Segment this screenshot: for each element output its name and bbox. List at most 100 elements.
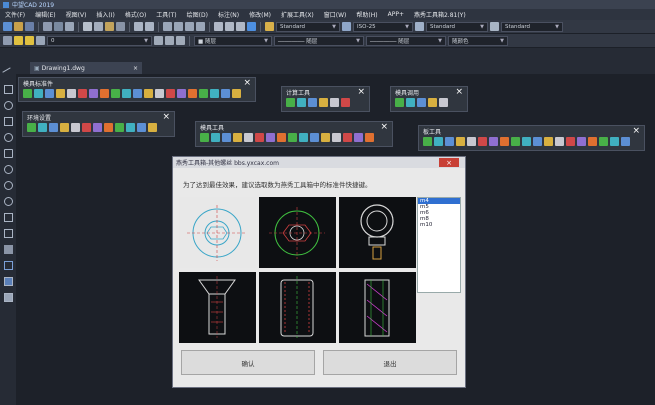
polygon-icon[interactable] [4, 149, 13, 158]
preview-icon[interactable] [54, 22, 63, 31]
screw-thumb-1[interactable] [179, 197, 256, 268]
table-style-select[interactable]: Standard ▼ [426, 21, 488, 32]
make-current-layer-icon[interactable] [154, 36, 163, 45]
zoom-window-icon[interactable] [185, 22, 194, 31]
palette-tool-icon[interactable] [244, 133, 253, 142]
palette-tool-icon[interactable] [310, 133, 319, 142]
save-icon[interactable] [25, 22, 34, 31]
menu-item[interactable]: 燕秀工具箱2.81(Y) [409, 10, 471, 19]
publish-icon[interactable] [65, 22, 74, 31]
multileader-style-select[interactable]: Standard ▼ [501, 21, 563, 32]
zoom-previous-icon[interactable] [196, 22, 205, 31]
palette-tool-icon[interactable] [343, 133, 352, 142]
palette-tool-icon[interactable] [126, 123, 135, 132]
palette-tool-icon[interactable] [332, 133, 341, 142]
hatch-icon[interactable] [4, 261, 13, 270]
palette-tool-icon[interactable] [434, 137, 443, 146]
close-icon[interactable]: × [357, 87, 365, 97]
palette-tool-icon[interactable] [445, 137, 454, 146]
palette-tool-icon[interactable] [27, 123, 36, 132]
palette-tool-icon[interactable] [286, 98, 295, 107]
palette-tool-icon[interactable] [23, 89, 32, 98]
text-style-select[interactable]: Standard ▼ [276, 21, 340, 32]
palette-tool-icon[interactable] [144, 89, 153, 98]
polyline-icon[interactable] [4, 85, 13, 94]
menu-item[interactable]: 窗口(W) [319, 10, 352, 19]
palette-tool-icon[interactable] [148, 123, 157, 132]
palette-tool-icon[interactable] [299, 133, 308, 142]
rectangle-icon[interactable] [4, 117, 13, 126]
screw-thumb-5[interactable] [259, 272, 336, 343]
ok-button[interactable]: 确认 [181, 350, 315, 375]
dialog-close-button[interactable]: × [439, 158, 459, 167]
menu-item[interactable]: 视图(V) [61, 10, 92, 19]
close-icon[interactable]: × [243, 78, 251, 88]
zoom-realtime-icon[interactable] [174, 22, 183, 31]
palette-tool-icon[interactable] [93, 123, 102, 132]
properties-icon[interactable] [214, 22, 223, 31]
menu-item[interactable]: APP+ [383, 11, 409, 18]
palette-tool-icon[interactable] [222, 133, 231, 142]
make-block-icon[interactable] [4, 229, 13, 238]
palette-tool-icon[interactable] [221, 89, 230, 98]
table-icon[interactable] [4, 293, 13, 302]
palette-tool-icon[interactable] [439, 98, 448, 107]
close-tab-icon[interactable]: × [133, 65, 138, 72]
palette-tool-icon[interactable] [255, 133, 264, 142]
layer-previous-icon[interactable] [165, 36, 174, 45]
palette-tool-icon[interactable] [111, 89, 120, 98]
palette-tool-icon[interactable] [533, 137, 542, 146]
layer-on-icon[interactable] [14, 36, 23, 45]
palette-tool-icon[interactable] [211, 133, 220, 142]
palette-tool-icon[interactable] [115, 123, 124, 132]
open-file-icon[interactable] [14, 22, 23, 31]
palette-tool-icon[interactable] [599, 137, 608, 146]
design-center-icon[interactable] [225, 22, 234, 31]
menu-item[interactable]: 格式(O) [120, 10, 151, 19]
palette-tool-icon[interactable] [522, 137, 531, 146]
palette-tool-icon[interactable] [308, 98, 317, 107]
match-properties-icon[interactable] [116, 22, 125, 31]
palette-tool-icon[interactable] [428, 98, 437, 107]
palette-tool-icon[interactable] [423, 137, 432, 146]
menu-item[interactable]: 扩展工具(X) [276, 10, 319, 19]
new-file-icon[interactable] [3, 22, 12, 31]
gradient-icon[interactable] [4, 277, 13, 286]
layer-states-icon[interactable] [176, 36, 185, 45]
palette-tool-icon[interactable] [266, 133, 275, 142]
palette-tool-icon[interactable] [511, 137, 520, 146]
size-listbox[interactable]: m4 m5 m6 m8 m10 [417, 197, 461, 293]
screw-thumb-3[interactable] [339, 197, 416, 268]
palette-tool-icon[interactable] [177, 89, 186, 98]
palette-tool-icon[interactable] [330, 98, 339, 107]
redo-icon[interactable] [145, 22, 154, 31]
layer-lock-icon[interactable] [36, 36, 45, 45]
palette-tool-icon[interactable] [100, 89, 109, 98]
palette-tool-icon[interactable] [89, 89, 98, 98]
menu-item[interactable]: 修改(M) [244, 10, 276, 19]
palette-tool-icon[interactable] [500, 137, 509, 146]
circle-icon[interactable] [4, 101, 13, 110]
palette-tool-icon[interactable] [38, 123, 47, 132]
pan-icon[interactable] [163, 22, 172, 31]
palette-tool-icon[interactable] [297, 98, 306, 107]
copy-icon[interactable] [94, 22, 103, 31]
plot-style-select[interactable]: 随颜色 ▼ [448, 35, 508, 46]
menu-item[interactable]: 编辑(E) [30, 10, 60, 19]
palette-tool-icon[interactable] [133, 89, 142, 98]
cut-icon[interactable] [83, 22, 92, 31]
palette-tool-icon[interactable] [210, 89, 219, 98]
palette-tool-icon[interactable] [166, 89, 175, 98]
menu-item[interactable]: 标注(N) [213, 10, 244, 19]
palette-tool-icon[interactable] [365, 133, 374, 142]
close-icon[interactable]: × [632, 126, 640, 136]
point-icon[interactable] [4, 245, 13, 254]
undo-icon[interactable] [134, 22, 143, 31]
palette-tool-icon[interactable] [232, 89, 241, 98]
palette-tool-icon[interactable] [71, 123, 80, 132]
dim-style-select[interactable]: ISO-25 ▼ [353, 21, 413, 32]
menu-item[interactable]: 帮助(H) [351, 10, 382, 19]
palette-tool-icon[interactable] [200, 133, 209, 142]
linetype-select[interactable]: ──────── 随层 ▼ [274, 35, 364, 46]
palette-tool-icon[interactable] [456, 137, 465, 146]
